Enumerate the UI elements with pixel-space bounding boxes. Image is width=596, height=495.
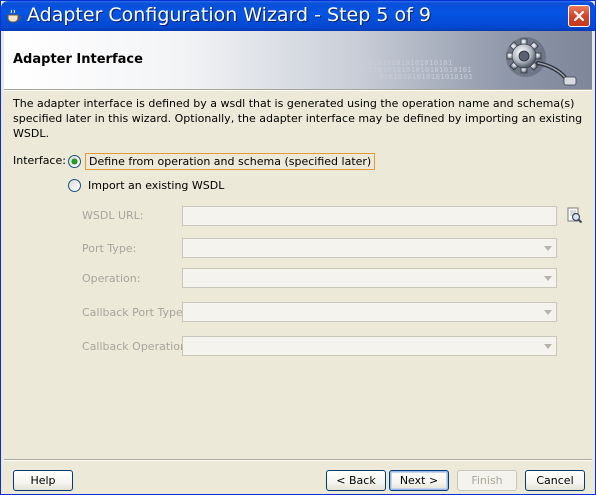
help-button[interactable]: Help: [13, 470, 73, 491]
callback-operation-label: Callback Operation:: [82, 340, 191, 353]
radio-button[interactable]: [68, 179, 81, 192]
window-title: Adapter Configuration Wizard - Step 5 of…: [27, 4, 431, 26]
radio-define-from-operation[interactable]: Define from operation and schema (specif…: [68, 153, 376, 170]
next-button[interactable]: Next >: [389, 470, 449, 491]
callback-operation-select[interactable]: [182, 336, 557, 356]
callback-port-type-select[interactable]: [182, 302, 557, 322]
radio-label: Import an existing WSDL: [88, 179, 225, 192]
title-bar[interactable]: Adapter Configuration Wizard - Step 5 of…: [1, 1, 595, 31]
back-button[interactable]: < Back: [326, 470, 386, 491]
interface-label: Interface:: [13, 154, 66, 167]
port-type-select[interactable]: [182, 238, 557, 258]
coffee-cup-icon: [7, 9, 21, 23]
wsdl-url-input[interactable]: [182, 206, 557, 226]
finish-button: Finish: [457, 470, 517, 491]
wsdl-url-label: WSDL URL:: [82, 209, 144, 222]
close-icon: [573, 10, 585, 22]
wizard-header: Adapter Interface 0101010101010101010101…: [4, 31, 592, 89]
radio-import-existing-wsdl[interactable]: Import an existing WSDL: [68, 178, 227, 193]
binary-decoration: 01010101010101010101: [379, 73, 474, 81]
footer-divider: [4, 459, 592, 461]
chevron-down-icon: [544, 344, 552, 349]
callback-port-type-label: Callback Port Type:: [82, 306, 187, 319]
adapter-gear-logo-icon: [506, 37, 577, 86]
port-type-label: Port Type:: [82, 242, 137, 255]
page-title: Adapter Interface: [13, 52, 143, 67]
description-text: The adapter interface is defined by a ws…: [13, 97, 583, 140]
header-divider: [4, 89, 592, 91]
wizard-window: Adapter Configuration Wizard - Step 5 of…: [0, 0, 596, 495]
chevron-down-icon: [544, 276, 552, 281]
operation-label: Operation:: [82, 272, 141, 285]
chevron-down-icon: [544, 246, 552, 251]
browse-wsdl-icon[interactable]: [565, 206, 583, 224]
chevron-down-icon: [544, 310, 552, 315]
cancel-button[interactable]: Cancel: [525, 470, 585, 491]
close-button[interactable]: [568, 5, 590, 27]
radio-button-selected[interactable]: [68, 155, 81, 168]
operation-select[interactable]: [182, 268, 557, 288]
radio-label: Define from operation and schema (specif…: [85, 153, 376, 170]
